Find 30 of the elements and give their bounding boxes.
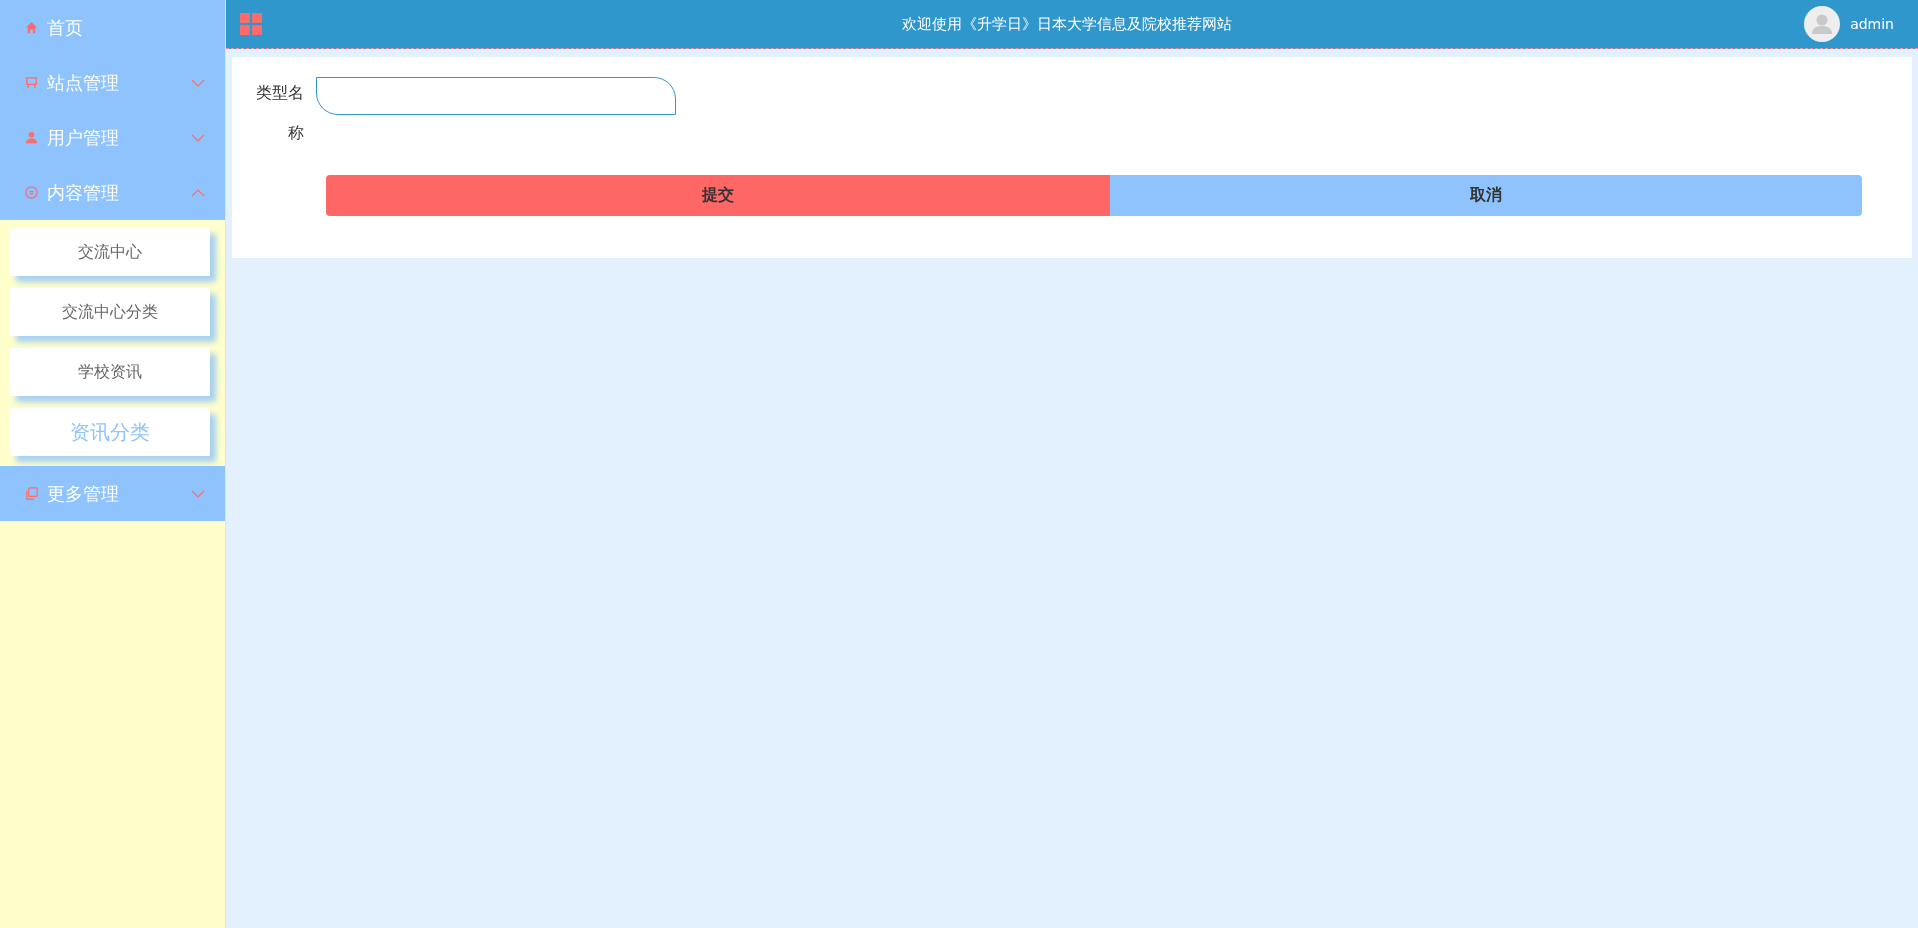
menu-label: 更多管理 [47, 481, 120, 506]
submenu-item[interactable]: 交流中心 [10, 228, 210, 276]
submenu-item[interactable]: 学校资讯 [10, 348, 210, 396]
menu-label: 内容管理 [47, 180, 120, 205]
user-name[interactable]: admin [1850, 16, 1894, 32]
menu-item[interactable]: 站点管理 [0, 55, 225, 110]
menu-item[interactable]: 内容管理 [0, 165, 225, 220]
menu-label: 首页 [47, 15, 84, 40]
chevron-up-icon [191, 188, 205, 197]
home-icon [24, 20, 39, 35]
menu-item[interactable]: 更多管理 [0, 466, 225, 521]
menu-label: 站点管理 [47, 70, 120, 95]
easel-icon [24, 75, 39, 90]
site-title: 欢迎使用《升学日》日本大学信息及院校推荐网站 [902, 14, 1232, 34]
avatar-icon[interactable] [1804, 6, 1841, 42]
field-label: 类型名称 [255, 82, 304, 144]
submenu-item[interactable]: 资讯分类 [10, 408, 210, 456]
input-field[interactable] [316, 77, 676, 115]
chevron-down-icon [191, 489, 205, 498]
copy-icon [24, 486, 39, 501]
cancel-button[interactable]: 取消 [1110, 175, 1862, 216]
chevron-down-icon [191, 78, 205, 87]
submenu-item[interactable]: 交流中心分类 [10, 288, 210, 336]
chat-icon [24, 185, 39, 200]
submit-button[interactable]: 提交 [326, 175, 1110, 216]
chevron-down-icon [191, 133, 205, 142]
person-icon [24, 130, 39, 145]
menu-item[interactable]: 用户管理 [0, 110, 225, 165]
menu-label: 用户管理 [47, 125, 120, 150]
menu-item[interactable]: 首页 [0, 0, 225, 55]
